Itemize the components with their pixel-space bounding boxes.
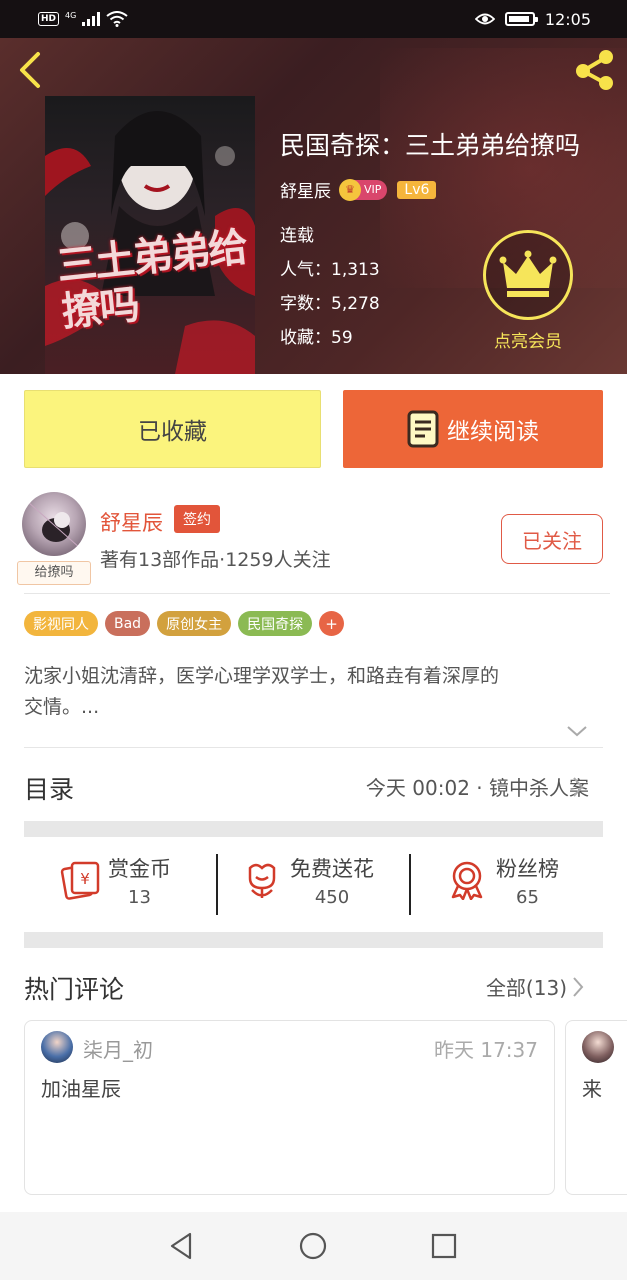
status-bar: HD 4G 12:05 <box>0 0 627 38</box>
hd-icon: HD <box>38 12 60 26</box>
medal-icon <box>451 861 483 900</box>
continue-reading-button[interactable]: 继续阅读 <box>343 390 603 468</box>
eye-comfort-icon <box>474 13 495 25</box>
system-nav-bar <box>0 1212 627 1280</box>
vip-label: VIP <box>364 183 382 196</box>
tag-item[interactable]: 影视同人 <box>24 611 98 636</box>
comment-user[interactable]: 柒月_初 <box>83 1034 153 1063</box>
word-count-stat: 字数：5,278 <box>280 294 380 314</box>
synopsis-line-2: 交情。... <box>24 696 100 718</box>
chevron-right-icon[interactable] <box>571 775 585 799</box>
hot-comments-label: 热门评论 <box>24 975 125 1004</box>
tag-item[interactable]: Bad <box>105 611 151 636</box>
expand-chevron-icon[interactable] <box>566 724 588 738</box>
toc-latest-chapter[interactable]: 今天 00:02 · 镜中杀人案 <box>366 772 589 801</box>
chevron-right-icon[interactable] <box>571 975 585 999</box>
continue-label: 继续阅读 <box>447 419 539 445</box>
synopsis-line-1: 沈家小姐沈清辞，医学心理学双学士，和路垚有着深厚的 <box>24 665 500 687</box>
comment-avatar[interactable] <box>41 1031 73 1063</box>
tag-item[interactable]: 原创女主 <box>157 611 232 636</box>
author-row: 舒星辰 ♛ VIP Lv6 <box>280 177 437 202</box>
wifi-icon <box>106 11 128 27</box>
fan-ranking-stat[interactable]: 粉丝榜 65 <box>448 844 559 916</box>
status-right: 12:05 <box>474 9 591 29</box>
comment-text: 来 <box>582 1077 602 1101</box>
flower-icon <box>248 863 276 898</box>
add-tag-button[interactable]: + <box>319 611 345 636</box>
signal-icon <box>82 12 101 26</box>
stat-value: 450 <box>314 886 350 908</box>
signed-badge: 签约 <box>174 505 220 533</box>
network-type-label: 4G <box>65 10 77 20</box>
follow-button[interactable]: 已关注 <box>501 514 603 564</box>
vip-crown-icon: ♛ <box>339 178 361 201</box>
back-chevron-icon[interactable] <box>14 50 46 90</box>
tag-item[interactable]: 民国奇探 <box>238 611 313 636</box>
back-triangle-icon[interactable] <box>166 1230 198 1262</box>
divider <box>24 747 603 748</box>
author-name[interactable]: 舒星辰 <box>280 177 331 202</box>
book-cover[interactable]: 三土弟弟给撩吗 <box>45 96 255 374</box>
comment-time: 昨天 17:37 <box>434 1038 538 1062</box>
reward-coin-icon: ¥ <box>60 861 100 900</box>
popularity-stat: 人气：1,313 <box>280 260 380 280</box>
membership-label[interactable]: 点亮会员 <box>473 327 583 352</box>
stat-separator <box>409 854 411 915</box>
comment-card[interactable]: 柒月_初 昨天 17:37 加油星辰 <box>24 1020 555 1195</box>
avatar-art <box>27 501 81 549</box>
synopsis[interactable]: 沈家小姐沈清辞，医学心理学双学士，和路垚有着深厚的 交情。... <box>24 661 604 723</box>
book-title: 民国奇探：三土弟弟给撩吗 <box>280 131 581 160</box>
flower-text: 免费送花 450 <box>290 853 374 908</box>
crown-icon <box>499 250 557 297</box>
flower-stat[interactable]: 免费送花 450 <box>244 844 374 916</box>
recents-square-icon[interactable] <box>428 1230 460 1262</box>
book-icon <box>407 410 439 448</box>
stat-label: 粉丝榜 <box>496 856 559 881</box>
author-card-name[interactable]: 舒星辰 <box>100 507 163 537</box>
avatar-tag: 给撩吗 <box>17 561 91 585</box>
serial-status: 连载 <box>280 226 314 246</box>
status-time: 12:05 <box>544 9 591 29</box>
all-comments-link[interactable]: 全部(13) <box>486 972 567 1001</box>
author-avatar[interactable] <box>22 492 86 556</box>
stat-label: 免费送花 <box>290 856 374 881</box>
section-separator <box>24 821 603 837</box>
stat-label: 赏金币 <box>108 856 171 881</box>
comment-avatar[interactable] <box>582 1031 614 1063</box>
reward-coin-stat[interactable]: ¥ 赏金币 13 <box>58 844 171 916</box>
stat-separator <box>216 854 218 915</box>
status-left: HD 4G <box>38 11 128 27</box>
comment-card[interactable]: 来 <box>565 1020 627 1195</box>
vip-badge: ♛ VIP <box>339 178 388 201</box>
book-detail-content: 已收藏 继续阅读 给撩吗 舒星辰 签约 著有13部作品·1259人关注 已关注 … <box>0 374 627 1212</box>
stat-value: 65 <box>516 886 539 908</box>
author-stats: 著有13部作品·1259人关注 <box>100 549 331 571</box>
home-circle-icon[interactable] <box>297 1230 329 1262</box>
section-separator <box>24 932 603 948</box>
toc-label[interactable]: 目录 <box>24 770 74 806</box>
battery-icon <box>504 12 538 26</box>
reward-coin-text: 赏金币 13 <box>108 853 171 908</box>
comment-text: 加油星辰 <box>41 1077 121 1101</box>
svg-text:¥: ¥ <box>80 870 90 888</box>
book-hero: 三土弟弟给撩吗 民国奇探：三土弟弟给撩吗 舒星辰 ♛ VIP Lv6 连载 人气… <box>0 38 627 374</box>
stat-value: 13 <box>128 886 151 908</box>
fan-ranking-text: 粉丝榜 65 <box>496 853 559 908</box>
divider <box>24 593 610 594</box>
collected-label: 已收藏 <box>138 419 207 445</box>
share-icon[interactable] <box>572 48 618 92</box>
collected-button[interactable]: 已收藏 <box>24 390 321 468</box>
favorites-stat: 收藏：59 <box>280 328 353 348</box>
level-badge: Lv6 <box>397 180 437 199</box>
membership-button[interactable] <box>483 230 573 320</box>
follow-label: 已关注 <box>522 528 582 553</box>
tag-list: 影视同人 Bad 原创女主 民国奇探 + <box>24 611 345 636</box>
